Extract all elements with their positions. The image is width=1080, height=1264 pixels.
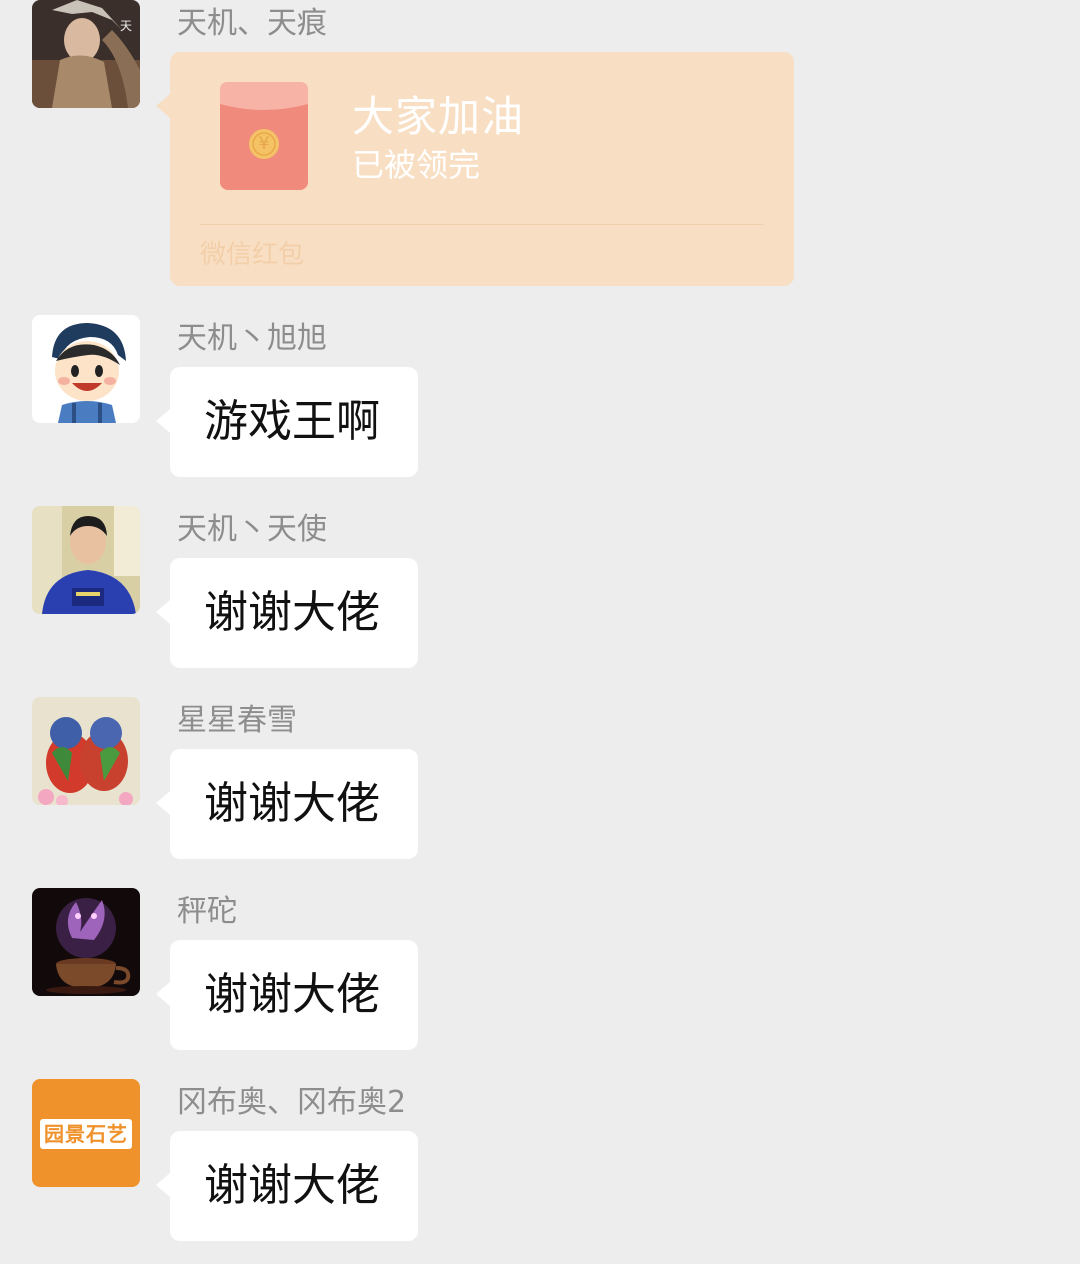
avatar-logo-text: 园景石艺: [44, 1122, 128, 1146]
man-in-blue-shirt-avatar[interactable]: [32, 506, 140, 614]
message-text: 谢谢大佬: [204, 778, 380, 829]
sender-name: 冈布奥、冈布奥2: [177, 1085, 407, 1120]
sender-name: 秤砣: [177, 894, 237, 929]
message-text: 游戏王啊: [204, 396, 380, 447]
red-packet-status: 已被领完: [352, 146, 481, 184]
red-packet-card[interactable]: ¥ 大家加油 已被领完 微信红包: [156, 52, 794, 286]
cartoon-boy-avatar[interactable]: [32, 315, 140, 423]
message-text: 谢谢大佬: [204, 969, 380, 1020]
svg-text:天: 天: [120, 19, 132, 33]
message-bubble[interactable]: 谢谢大佬: [156, 940, 418, 1050]
message-bubble[interactable]: 游戏王啊: [156, 367, 418, 477]
costume-portrait-avatar[interactable]: 天: [32, 0, 140, 108]
garden-logo-avatar[interactable]: 园景石艺: [32, 1079, 140, 1187]
message-text: 谢谢大佬: [204, 587, 380, 638]
sender-name: 天机丶天使: [177, 512, 327, 547]
message-text: 谢谢大佬: [204, 1160, 380, 1211]
red-packet-title: 大家加油: [352, 92, 525, 141]
message-bubble[interactable]: 谢谢大佬: [156, 1131, 418, 1241]
red-packet-footer: 微信红包: [200, 240, 305, 270]
parrots-avatar[interactable]: [32, 697, 140, 805]
message-bubble[interactable]: 谢谢大佬: [156, 749, 418, 859]
message-bubble[interactable]: 谢谢大佬: [156, 558, 418, 668]
red-envelope-icon: ¥: [220, 82, 308, 190]
sender-name: 天机丶旭旭: [177, 321, 327, 356]
red-packet-divider: [200, 224, 764, 225]
coin-symbol: ¥: [258, 133, 270, 154]
sender-name: 星星春雪: [177, 703, 297, 738]
tea-cup-avatar[interactable]: [32, 888, 140, 996]
sender-name: 天机、天痕: [177, 6, 327, 41]
